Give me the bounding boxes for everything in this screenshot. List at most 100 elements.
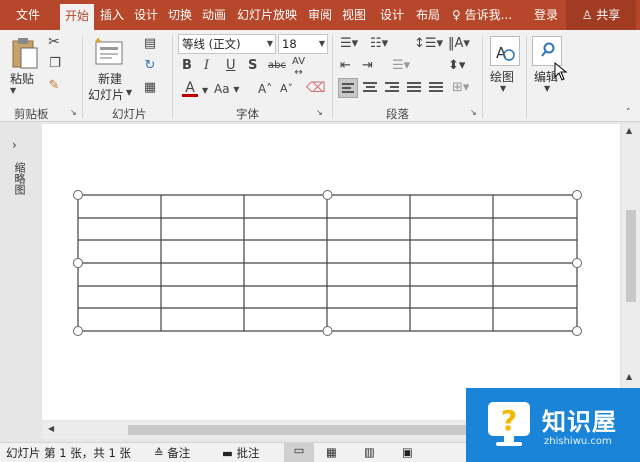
paste-label: 粘贴 <box>10 72 35 86</box>
increase-indent-icon[interactable]: ⇥ <box>362 58 373 73</box>
vertical-scroll-thumb[interactable] <box>626 210 636 302</box>
align-left-button[interactable] <box>338 78 358 98</box>
copy-icon[interactable]: ❐ <box>46 56 64 71</box>
distribute-button[interactable] <box>426 78 446 98</box>
tab-layout[interactable]: 布局 <box>412 0 444 30</box>
chevron-down-icon[interactable]: ▼ <box>202 86 208 95</box>
tab-view[interactable]: 视图 <box>338 0 370 30</box>
slide-canvas[interactable] <box>42 124 620 420</box>
slideshow-icon[interactable]: ▣ <box>402 445 413 459</box>
align-left-icon <box>339 79 357 99</box>
tab-review[interactable]: 审阅 <box>304 0 336 30</box>
slide-info: 幻灯片 第 1 张，共 1 张 <box>6 446 131 460</box>
scroll-up-icon[interactable]: ▲ <box>626 126 632 135</box>
person-icon: ♙ <box>581 8 593 22</box>
vertical-scrollbar[interactable]: ▲ ▲ ▼ <box>622 124 640 420</box>
change-case-icon[interactable]: Aa ▾ <box>214 82 239 96</box>
collapse-ribbon-icon[interactable]: ˄ <box>626 108 631 118</box>
resize-handle[interactable] <box>73 258 83 268</box>
notes-icon: ≙ <box>154 446 164 460</box>
slide-sorter-icon[interactable]: ▦ <box>326 445 337 459</box>
tab-transitions[interactable]: 切换 <box>164 0 196 30</box>
resize-handle[interactable] <box>572 190 582 200</box>
justify-button[interactable] <box>404 78 424 98</box>
reset-icon[interactable]: ↻ <box>140 58 160 73</box>
tab-animations[interactable]: 动画 <box>198 0 230 30</box>
watermark-url: zhishiwu.com <box>544 436 612 447</box>
align-right-icon <box>382 78 402 98</box>
format-painter-icon[interactable]: ✎ <box>46 78 62 93</box>
scroll-left-icon[interactable]: ◀ <box>48 424 54 433</box>
grow-font-icon[interactable]: A˄ <box>258 82 272 96</box>
paragraph-group-label: 段落 <box>386 107 409 121</box>
clipboard-icon <box>12 38 38 69</box>
mouse-cursor-icon <box>554 62 568 81</box>
clipboard-launcher-icon[interactable]: ↘ <box>70 108 77 117</box>
shadow-icon[interactable]: S <box>248 58 257 73</box>
svg-text:?: ? <box>501 404 517 437</box>
distribute-icon <box>426 78 446 98</box>
numbering-icon[interactable]: ☷▾ <box>370 36 388 51</box>
italic-icon[interactable]: I <box>204 58 209 73</box>
resize-handle[interactable] <box>73 326 83 336</box>
drawing-button[interactable]: A <box>490 36 520 66</box>
clear-formatting-icon[interactable]: ⌫ <box>306 80 326 96</box>
resize-handle[interactable] <box>572 258 582 268</box>
table[interactable] <box>42 124 620 420</box>
question-monitor-icon: ? <box>488 402 530 446</box>
tab-design[interactable]: 设计 <box>130 0 162 30</box>
tell-me-box[interactable]: ♀ 告诉我... <box>452 0 524 30</box>
new-slide-button[interactable]: ✦ <box>92 34 126 68</box>
underline-icon[interactable]: U <box>226 58 236 73</box>
paste-button[interactable] <box>8 36 40 70</box>
resize-handle[interactable] <box>572 326 582 336</box>
watermark-brand: 知识屋 <box>542 408 617 436</box>
normal-view-button[interactable]: ▭ <box>284 443 314 462</box>
font-size-select[interactable]: 18 ▼ <box>278 34 328 54</box>
new-slide-dropdown-icon[interactable]: ▼ <box>126 88 132 97</box>
align-text-icon[interactable]: ⬍▾ <box>448 58 465 73</box>
paste-dropdown-icon[interactable]: ▼ <box>10 86 16 95</box>
line-spacing-icon[interactable]: ↕☰▾ <box>414 36 443 51</box>
tab-home[interactable]: 开始 <box>60 4 94 30</box>
editing-dropdown-icon[interactable]: ▼ <box>544 84 550 93</box>
reading-view-icon[interactable]: ▥ <box>364 445 375 459</box>
menu-bar: 文件 开始 插入 设计 切换 动画 幻灯片放映 审阅 视图 设计 布局 ♀ 告诉… <box>0 0 640 30</box>
columns-icon[interactable]: ☰▾ <box>392 58 410 73</box>
paragraph-launcher-icon[interactable]: ↘ <box>470 108 477 117</box>
shrink-font-icon[interactable]: A˅ <box>280 82 293 95</box>
comments-button[interactable]: ▬ 批注 <box>222 445 260 461</box>
resize-handle[interactable] <box>322 190 333 200</box>
char-spacing-icon[interactable]: AV ↔ <box>292 56 305 78</box>
text-direction-icon[interactable]: ‖A▾ <box>448 36 470 51</box>
strikethrough-icon[interactable]: abc <box>268 60 286 71</box>
bullets-icon[interactable]: ☰▾ <box>340 36 358 51</box>
tab-insert[interactable]: 插入 <box>96 0 128 30</box>
bold-icon[interactable]: B <box>182 58 192 73</box>
share-button[interactable]: ♙ 共享 <box>566 0 636 30</box>
font-group-label: 字体 <box>236 107 259 121</box>
scroll-up-icon[interactable]: ▲ <box>626 372 632 381</box>
align-center-button[interactable] <box>360 78 380 98</box>
notes-button[interactable]: ≙ 备注 <box>154 445 190 461</box>
layout-icon[interactable]: ▤ <box>140 36 160 51</box>
align-right-button[interactable] <box>382 78 402 98</box>
new-slide-label-1: 新建 <box>98 72 123 86</box>
font-name-select[interactable]: 等线 (正文) ▼ <box>178 34 276 54</box>
decrease-indent-icon[interactable]: ⇤ <box>340 58 351 73</box>
tab-table-design[interactable]: 设计 <box>376 0 408 30</box>
font-launcher-icon[interactable]: ↘ <box>316 108 323 117</box>
shapes-icon: A <box>496 44 515 62</box>
tab-slideshow[interactable]: 幻灯片放映 <box>232 0 302 30</box>
smartart-icon[interactable]: ⊞▾ <box>452 80 469 95</box>
resize-handle[interactable] <box>73 190 83 200</box>
tab-file[interactable]: 文件 <box>6 0 50 30</box>
thumbnails-label[interactable]: 缩略图 <box>12 162 26 195</box>
drawing-dropdown-icon[interactable]: ▼ <box>500 84 506 93</box>
resize-handle[interactable] <box>322 326 333 336</box>
font-color-icon[interactable]: A <box>182 80 198 97</box>
section-icon[interactable]: ▦ <box>140 80 160 95</box>
login-link[interactable]: 登录 <box>530 0 562 30</box>
cut-icon[interactable]: ✂ <box>46 34 62 50</box>
expand-chevron-icon[interactable]: › <box>12 138 17 152</box>
